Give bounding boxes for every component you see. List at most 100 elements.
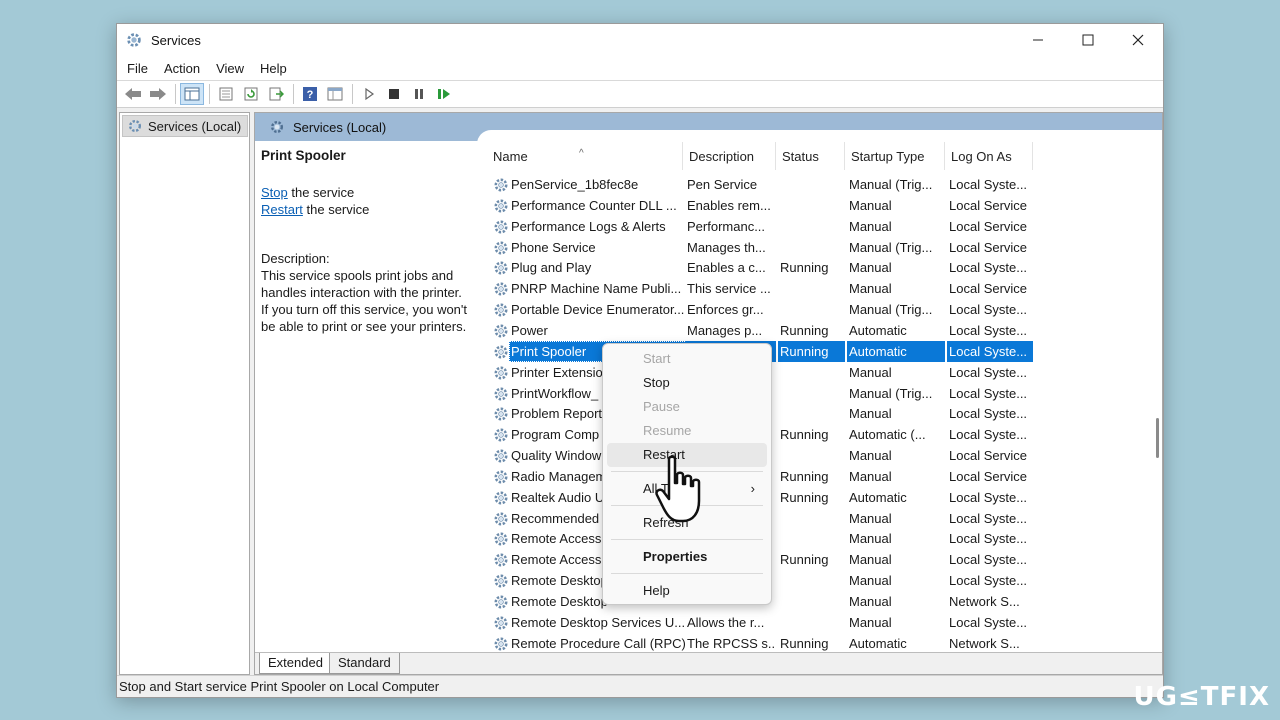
restart-service-button[interactable] [432, 83, 456, 105]
menu-item-help[interactable]: Help [607, 579, 767, 603]
table-row[interactable]: Remote Access Running Manual Local Syste... [487, 549, 1155, 570]
menu-item-resume[interactable]: Resume [607, 419, 767, 443]
cell-status: Running [780, 489, 829, 505]
table-row[interactable]: Portable Device Enumerator... Enforces gr… [487, 299, 1155, 320]
sort-ascending-icon: ^ [579, 148, 584, 159]
stop-service-link[interactable]: Stop [261, 185, 288, 200]
cell-logon: Local Syste... [949, 406, 1028, 422]
column-header-label: Name [493, 148, 528, 164]
restart-service-link[interactable]: Restart [261, 202, 303, 217]
description-line: handles interaction with the printer. [261, 285, 462, 300]
table-row[interactable]: Phone Service Manages th... Manual (Trig..… [487, 237, 1155, 258]
minimize-button[interactable] [1013, 24, 1063, 56]
table-row[interactable]: Radio Managem Running Manual Local Service [487, 466, 1155, 487]
table-row[interactable]: Realtek Audio U Running Automatic Local Sys… [487, 487, 1155, 508]
service-gear-icon [494, 512, 508, 526]
svg-text:?: ? [307, 89, 314, 101]
status-text: Stop and Start service Print Spooler on … [119, 679, 440, 694]
table-row[interactable]: Remote Desktop Manual Local Syste... [487, 570, 1155, 591]
table-row[interactable]: Remote Desktop Manual Network S... [487, 591, 1155, 612]
pane-header-title: Services (Local) [293, 119, 387, 135]
forward-button[interactable] [146, 83, 170, 105]
stop-line: Stop the service [261, 184, 479, 201]
start-service-button[interactable] [357, 83, 381, 105]
cell-logon: Local Syste... [949, 614, 1028, 630]
tab-standard[interactable]: Standard [329, 653, 400, 674]
tree-item-label: Services (Local) [148, 118, 242, 134]
service-gear-icon [494, 637, 508, 651]
table-row[interactable]: Performance Counter DLL ... Enables rem..… [487, 195, 1155, 216]
cell-startup: Automatic [849, 489, 907, 505]
cell-startup: Manual (Trig... [849, 177, 933, 192]
cell-startup: Automatic (... [849, 427, 926, 443]
close-button[interactable] [1113, 24, 1163, 56]
restart-service-icon [438, 89, 450, 99]
cell-logon: Local Syste... [949, 573, 1028, 589]
service-gear-icon [494, 282, 508, 296]
table-row[interactable]: Remote Procedure Call (RPC) The RPCSS s..… [487, 633, 1155, 654]
column-header-name[interactable]: Name ^ [487, 142, 683, 170]
table-row[interactable]: Problem Report Manual Local Syste... [487, 403, 1155, 424]
column-header-label: Status [782, 148, 819, 164]
table-row[interactable]: PNRP Machine Name Publi... This service .… [487, 278, 1155, 299]
menu-item-properties[interactable]: Properties [607, 545, 767, 569]
column-header-status[interactable]: Status [776, 142, 845, 170]
table-row[interactable]: PenService_1b8fec8e Pen Service Manual (Tr… [487, 174, 1155, 195]
table-row[interactable]: PrintWorkflow_ Manual (Trig... Local Syste… [487, 383, 1155, 404]
cell-status: Running [780, 552, 829, 568]
column-header-log-on-as[interactable]: Log On As [945, 142, 1033, 170]
maximize-button[interactable] [1063, 24, 1113, 56]
menu-file[interactable]: File [121, 61, 154, 76]
cell-logon: Local Syste... [949, 531, 1028, 547]
column-header-description[interactable]: Description [683, 142, 776, 170]
table-row-selected[interactable]: Print SpoolerThis service ...RunningAuto… [487, 340, 1155, 362]
refresh-button[interactable] [239, 83, 263, 105]
status-bar: Stop and Start service Print Spooler on … [117, 675, 1163, 697]
tab-extended[interactable]: Extended [259, 653, 332, 674]
show-hide-tree-button[interactable] [180, 83, 204, 105]
vertical-scrollbar[interactable] [1154, 142, 1162, 644]
table-row[interactable]: Recommended Manual Local Syste... [487, 508, 1155, 529]
table-row[interactable]: Quality Window Manual Local Service [487, 445, 1155, 466]
menu-action[interactable]: Action [158, 61, 206, 76]
menu-view[interactable]: View [210, 61, 250, 76]
cell-description: Manages th... [687, 239, 766, 255]
scrollbar-thumb[interactable] [1156, 418, 1159, 458]
menu-item-start[interactable]: Start [607, 347, 767, 371]
menu-help[interactable]: Help [254, 61, 293, 76]
cell-status: Running [780, 468, 829, 484]
menu-item-pause[interactable]: Pause [607, 395, 767, 419]
help-button[interactable]: ? [298, 83, 322, 105]
cell-name: PNRP Machine Name Publi... [511, 281, 682, 297]
table-row[interactable]: Program Comp Running Automatic (... Local S… [487, 424, 1155, 445]
tree-item-services-local[interactable]: Services (Local) [122, 115, 249, 137]
column-header-label: Description [689, 148, 755, 164]
cell-status [778, 528, 845, 549]
cell-name: Performance Counter DLL ... [511, 197, 677, 213]
cell-description: Manages p... [687, 322, 763, 338]
menu-bar: File Action View Help [117, 56, 1163, 80]
toolbar: ? [117, 80, 1163, 108]
cell-startup: Manual [849, 510, 892, 526]
cell-startup: Manual [849, 281, 892, 297]
maximize-icon [1082, 34, 1094, 46]
service-gear-icon [494, 428, 508, 442]
cell-status: Running [780, 260, 829, 276]
pause-service-button[interactable] [407, 83, 431, 105]
table-row[interactable]: Remote Access Manual Local Syste... [487, 528, 1155, 549]
menu-item-stop[interactable]: Stop [607, 371, 767, 395]
column-header-startup-type[interactable]: Startup Type [845, 142, 945, 170]
cell-startup: Manual [849, 448, 892, 464]
properties-button[interactable] [214, 83, 238, 105]
console-button[interactable] [323, 83, 347, 105]
export-button[interactable] [264, 83, 288, 105]
table-row[interactable]: Performance Logs & Alerts Performanc... Ma… [487, 216, 1155, 237]
stop-service-button[interactable] [382, 83, 406, 105]
title-bar[interactable]: Services [117, 24, 1163, 56]
table-row[interactable]: Plug and Play Enables a c... Running Manual… [487, 257, 1155, 278]
table-row[interactable]: Printer Extensio Manual Local Syste... [487, 362, 1155, 383]
table-row[interactable]: Remote Desktop Services U... Allows the r… [487, 612, 1155, 633]
cell-startup: Manual [849, 406, 892, 422]
table-row[interactable]: Power Manages p... Running Automatic Local S… [487, 320, 1155, 341]
back-button[interactable] [121, 83, 145, 105]
